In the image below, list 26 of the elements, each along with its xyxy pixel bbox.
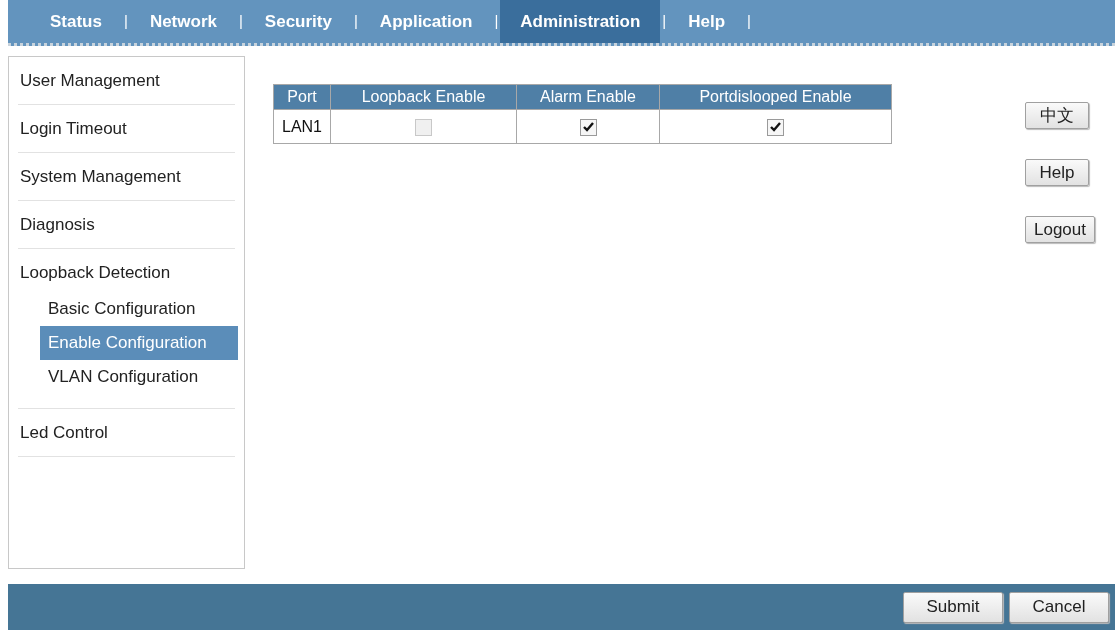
tab-separator: | bbox=[352, 11, 359, 32]
column-header: Loopback Enable bbox=[330, 84, 517, 110]
checkbox[interactable] bbox=[767, 118, 784, 136]
side-button[interactable]: Logout bbox=[1025, 216, 1095, 243]
column-header: Port bbox=[273, 84, 331, 110]
table-cell: LAN1 bbox=[273, 109, 331, 144]
sidebar-item[interactable]: User Management bbox=[18, 57, 235, 104]
checkbox[interactable] bbox=[579, 118, 597, 136]
column-header: Portdislooped Enable bbox=[659, 84, 892, 110]
column-header: Alarm Enable bbox=[516, 84, 660, 110]
side-button[interactable]: Help bbox=[1025, 159, 1089, 186]
footer-button[interactable]: Cancel bbox=[1009, 591, 1109, 623]
sidebar-item[interactable]: Diagnosis bbox=[18, 201, 235, 248]
sidebar-item[interactable]: Login Timeout bbox=[18, 105, 235, 152]
tab-separator: | bbox=[746, 11, 752, 32]
sidebar-subitem[interactable]: VLAN Configuration bbox=[40, 360, 238, 394]
sidebar-subitem[interactable]: Enable Configuration bbox=[40, 326, 238, 360]
tab-separator: | bbox=[493, 11, 500, 32]
tab-separator: | bbox=[237, 11, 244, 32]
sidebar-item[interactable]: Led Control bbox=[18, 409, 235, 456]
tab-separator: | bbox=[122, 11, 129, 32]
tab-separator: | bbox=[661, 11, 668, 32]
footer-button[interactable]: Submit bbox=[903, 591, 1003, 623]
sidebar-item[interactable]: System Management bbox=[18, 153, 235, 200]
nav-tab[interactable]: Administration bbox=[500, 0, 661, 43]
side-button[interactable]: 中文 bbox=[1025, 102, 1089, 129]
